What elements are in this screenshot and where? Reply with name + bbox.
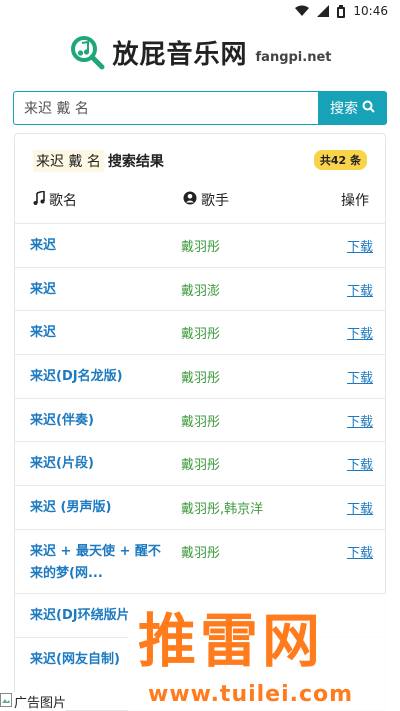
user-icon	[183, 191, 197, 209]
table-row: 来迟 戴羽彤 下载	[15, 310, 385, 354]
site-header[interactable]: 放屁音乐网 fangpi.net	[0, 32, 400, 72]
clock: 10:46	[353, 4, 388, 18]
table-row: 来迟 (男声版) 戴羽彤,韩京洋 下载	[15, 485, 385, 529]
download-link[interactable]: 下载	[347, 236, 373, 255]
battery-icon	[337, 4, 346, 18]
header-artist: 歌手	[183, 190, 229, 210]
results-suffix: 搜索结果	[107, 154, 164, 170]
search-icon	[362, 100, 375, 117]
song-link[interactable]: 来迟(DJ名龙版)	[30, 366, 170, 388]
song-link[interactable]: 来迟(片段)	[30, 453, 170, 475]
artist-name: 戴羽澎	[181, 283, 221, 299]
header-song-label: 歌名	[49, 193, 77, 209]
header-op-label: 操作	[341, 193, 369, 209]
song-link[interactable]: 来迟 + 最天使 + 醒不来的梦(网...	[30, 541, 170, 585]
watermark-url: www.tuilei.com	[148, 682, 354, 707]
download-link[interactable]: 下载	[347, 498, 373, 517]
song-link[interactable]: 来迟	[30, 235, 170, 257]
ad-label-text: 广告图片	[14, 696, 67, 711]
download-link[interactable]: 下载	[347, 323, 373, 342]
header-op: 操作	[341, 190, 369, 210]
broken-image-icon	[0, 692, 12, 711]
music-note-icon	[33, 189, 45, 209]
download-link[interactable]: 下载	[347, 542, 373, 561]
result-count-badge: 共42 条	[313, 150, 367, 170]
header-artist-label: 歌手	[201, 193, 229, 209]
download-link[interactable]: 下载	[347, 280, 373, 299]
site-domain: fangpi.net	[255, 49, 332, 65]
artist-name: 戴羽彤,韩京洋	[181, 502, 264, 518]
watermark-overlay: 推雷网 www.tuilei.com	[128, 594, 400, 711]
table-row: 来迟 戴羽澎 下载	[15, 266, 385, 311]
download-link[interactable]: 下载	[347, 367, 373, 386]
table-row: 来迟(伴奏) 戴羽彤 下载	[15, 397, 385, 442]
search-button[interactable]: 搜索	[318, 91, 387, 125]
artist-name: 戴羽彤	[181, 371, 221, 387]
table-row: 来迟(DJ名龙版) 戴羽彤 下载	[15, 354, 385, 398]
site-title: 放屁音乐网	[112, 39, 248, 70]
artist-name: 戴羽彤	[181, 414, 221, 430]
song-link[interactable]: 来迟	[30, 322, 170, 344]
header-song: 歌名	[33, 189, 77, 210]
artist-name: 戴羽彤	[181, 327, 221, 343]
download-link[interactable]: 下载	[347, 454, 373, 473]
song-link[interactable]: 来迟 (男声版)	[30, 497, 170, 519]
artist-name: 戴羽彤	[181, 545, 221, 561]
music-search-logo-icon	[69, 34, 105, 70]
table-row: 来迟(片段) 戴羽彤 下载	[15, 441, 385, 485]
table-row: 来迟 + 最天使 + 醒不来的梦(网... 戴羽彤 下载	[15, 528, 385, 593]
wifi-icon	[295, 5, 310, 17]
watermark-logo-text: 推雷网	[138, 607, 325, 675]
ad-image-placeholder[interactable]: 广告图片	[0, 692, 67, 711]
table-header: 歌名 歌手 操作	[15, 189, 385, 218]
artist-name: 戴羽彤	[181, 240, 221, 255]
results-heading: 来迟 戴 名 搜索结果	[33, 150, 164, 172]
search-bar: 搜索	[13, 91, 387, 125]
search-keyword: 来迟 戴 名	[33, 150, 104, 172]
song-link[interactable]: 来迟(伴奏)	[30, 410, 170, 432]
status-icons: 10:46	[295, 4, 388, 18]
search-input[interactable]	[13, 91, 318, 125]
download-link[interactable]: 下载	[347, 411, 373, 430]
artist-name: 戴羽彤	[181, 458, 221, 474]
table-row: 来迟 戴羽彤 下载	[15, 223, 385, 267]
song-link[interactable]: 来迟	[30, 279, 170, 301]
search-button-label: 搜索	[330, 101, 358, 117]
status-bar: 10:46	[0, 0, 400, 24]
signal-icon	[317, 5, 330, 17]
